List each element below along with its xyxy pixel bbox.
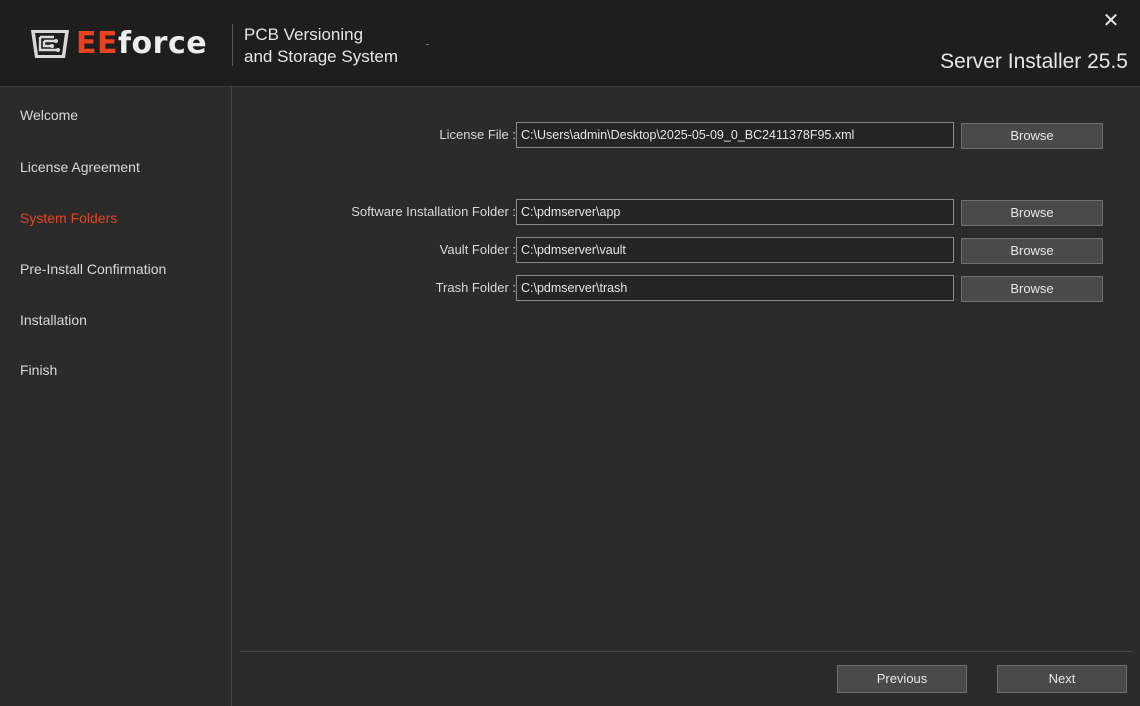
subtitle-line-2: and Storage System xyxy=(244,47,399,66)
installer-title: Server Installer 25.5 xyxy=(940,50,1128,73)
software-folder-label: Software Installation Folder : xyxy=(351,204,516,219)
installer-window: EEforce PCB Versioning and Storage Syste… xyxy=(0,0,1140,706)
eeforce-logo: EEforce xyxy=(28,24,207,64)
license-file-label: License File : xyxy=(439,127,516,142)
license-browse-button[interactable]: Browse xyxy=(961,123,1103,149)
software-browse-button[interactable]: Browse xyxy=(961,200,1103,226)
software-folder-field[interactable]: C:\pdmserver\app xyxy=(516,199,954,225)
footer-divider xyxy=(240,651,1132,652)
trash-browse-button[interactable]: Browse xyxy=(961,276,1103,302)
step-system-folders: System Folders xyxy=(20,210,118,226)
step-finish: Finish xyxy=(20,362,58,378)
main-panel: License File : C:\Users\admin\Desktop\20… xyxy=(232,87,1140,706)
license-file-field[interactable]: C:\Users\admin\Desktop\2025-05-09_0_BC24… xyxy=(516,122,954,148)
logo-force-text: force xyxy=(118,26,208,61)
step-pre-install-confirmation: Pre-Install Confirmation xyxy=(20,261,167,277)
logo-chip-icon xyxy=(31,30,69,58)
header-bar: EEforce PCB Versioning and Storage Syste… xyxy=(0,0,1140,87)
close-icon[interactable]: ✕ xyxy=(1100,10,1122,32)
next-button[interactable]: Next xyxy=(997,665,1127,693)
header-divider xyxy=(232,24,233,66)
header-dot xyxy=(426,44,429,45)
steps-sidebar: Welcome License Agreement System Folders… xyxy=(0,87,232,706)
step-installation: Installation xyxy=(20,312,87,328)
vault-folder-field[interactable]: C:\pdmserver\vault xyxy=(516,237,954,263)
step-license-agreement: License Agreement xyxy=(20,159,140,175)
vault-browse-button[interactable]: Browse xyxy=(961,238,1103,264)
previous-button[interactable]: Previous xyxy=(837,665,967,693)
logo-ee-text: EE xyxy=(76,26,118,61)
trash-folder-label: Trash Folder : xyxy=(435,280,516,295)
subtitle-line-1: PCB Versioning xyxy=(244,25,364,44)
trash-folder-field[interactable]: C:\pdmserver\trash xyxy=(516,275,954,301)
step-welcome: Welcome xyxy=(20,107,79,123)
vault-folder-label: Vault Folder : xyxy=(439,242,516,257)
logo-wordmark: EEforce xyxy=(76,26,207,62)
product-subtitle: PCB Versioning and Storage System xyxy=(244,24,398,68)
